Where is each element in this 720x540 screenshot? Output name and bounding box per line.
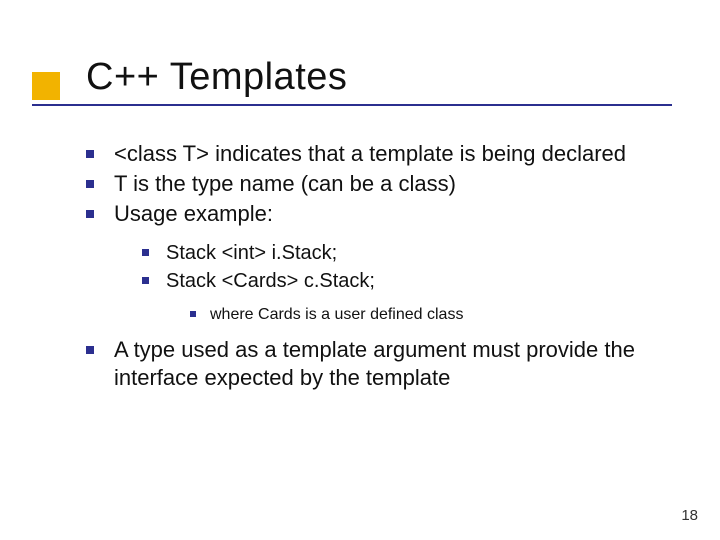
bullet-item: Usage example: Stack <int> i.Stack; Stac…: [86, 200, 676, 326]
sub-bullet-list: Stack <int> i.Stack; Stack <Cards> c.Sta…: [142, 240, 676, 326]
sub-bullet-item: Stack <Cards> c.Stack; where Cards is a …: [142, 268, 676, 326]
sub-sub-bullet-item: where Cards is a user defined class: [190, 304, 676, 326]
content-area: <class T> indicates that a template is b…: [86, 140, 676, 394]
bullet-list: <class T> indicates that a template is b…: [86, 140, 676, 392]
sub-sub-bullet-list: where Cards is a user defined class: [190, 304, 676, 326]
page-number: 18: [681, 507, 698, 524]
bullet-item: <class T> indicates that a template is b…: [86, 140, 676, 168]
bullet-text: Usage example:: [114, 201, 273, 226]
bullet-text: A type used as a template argument must …: [114, 337, 635, 390]
bullet-item: T is the type name (can be a class): [86, 170, 676, 198]
slide-title: C++ Templates: [86, 56, 347, 99]
bullet-text: <class T> indicates that a template is b…: [114, 141, 626, 166]
title-underline: [32, 104, 672, 106]
sub-bullet-text: Stack <Cards> c.Stack;: [166, 270, 375, 292]
bullet-item: A type used as a template argument must …: [86, 336, 676, 392]
sub-bullet-text: Stack <int> i.Stack;: [166, 242, 337, 264]
sub-sub-bullet-text: where Cards is a user defined class: [210, 306, 463, 323]
sub-bullet-item: Stack <int> i.Stack;: [142, 240, 676, 266]
accent-square: [32, 72, 60, 100]
bullet-text: T is the type name (can be a class): [114, 171, 456, 196]
